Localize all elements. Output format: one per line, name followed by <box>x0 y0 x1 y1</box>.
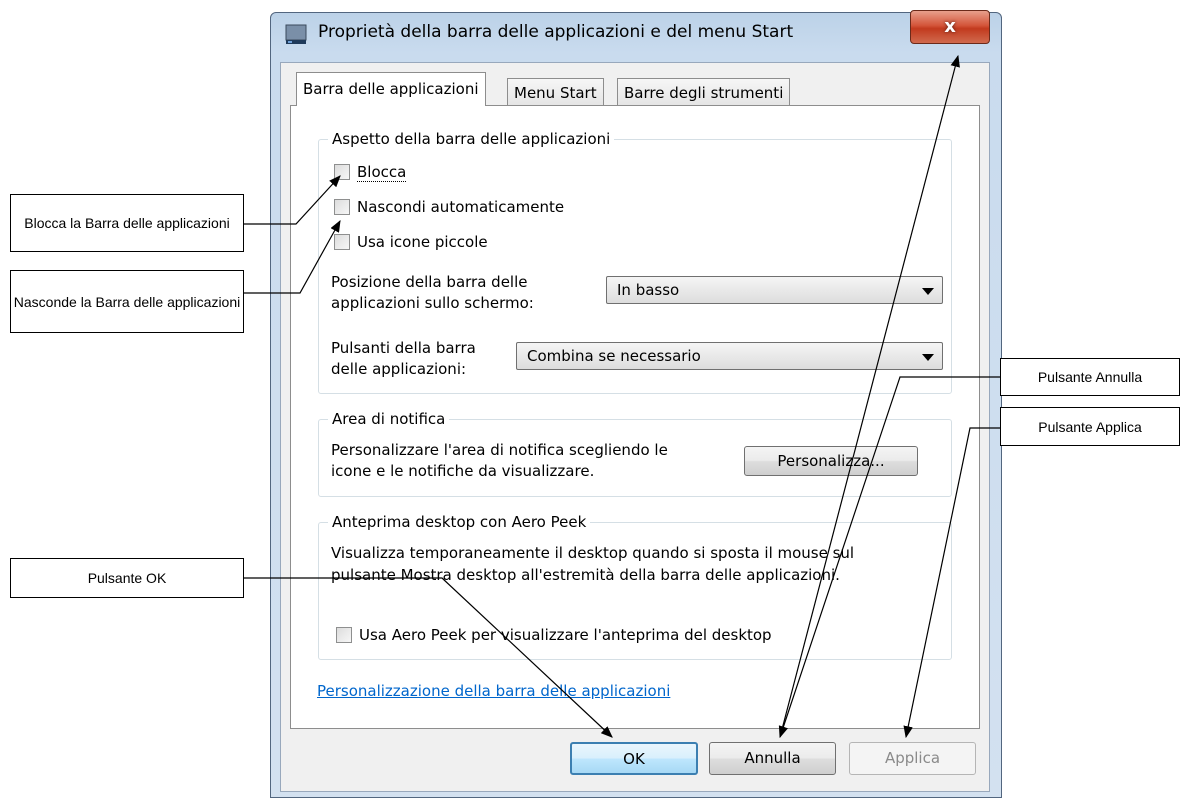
applica-button[interactable]: Applica <box>849 742 976 775</box>
callout-annulla: Pulsante Annulla <box>1000 358 1180 396</box>
notification-text-line2: icone e le notifiche da visualizzare. <box>331 462 595 480</box>
posizione-value: In basso <box>617 281 680 299</box>
close-icon: x <box>944 16 956 37</box>
ok-button[interactable]: OK <box>570 742 698 775</box>
pulsanti-label-line2: delle applicazioni: <box>331 360 467 378</box>
tab-barre-strumenti[interactable]: Barre degli strumenti <box>617 78 791 106</box>
nascondi-checkbox[interactable] <box>334 199 350 215</box>
annulla-button[interactable]: Annulla <box>709 742 836 775</box>
personalizzazione-link[interactable]: Personalizzazione della barra delle appl… <box>317 682 670 700</box>
posizione-dropdown[interactable]: In basso <box>606 276 943 304</box>
peek-text-line1: Visualizza temporaneamente il desktop qu… <box>331 544 855 562</box>
posizione-label-line1: Posizione della barra delle <box>331 273 528 291</box>
pulsanti-value: Combina se necessario <box>527 347 701 365</box>
personalizza-button[interactable]: Personalizza... <box>744 446 918 476</box>
window-title: Proprietà della barra delle applicazioni… <box>318 22 794 42</box>
pulsanti-label-line1: Pulsanti della barra <box>331 339 476 357</box>
peek-group-title: Anteprima desktop con Aero Peek <box>328 513 591 531</box>
peek-text-line2: pulsante Mostra desktop all'estremità de… <box>331 566 840 584</box>
callout-nasconde: Nasconde la Barra delle applicazioni <box>10 270 244 333</box>
icone-piccole-checkbox[interactable] <box>334 234 350 250</box>
chevron-down-icon <box>922 288 934 295</box>
blocca-label: Blocca <box>357 163 407 182</box>
callout-applica: Pulsante Applica <box>1000 407 1180 446</box>
taskbar-icon <box>284 22 308 46</box>
tab-menu-start[interactable]: Menu Start <box>507 78 604 106</box>
chevron-down-icon <box>922 354 934 361</box>
aero-peek-checkbox[interactable] <box>336 627 352 643</box>
pulsanti-dropdown[interactable]: Combina se necessario <box>516 342 943 370</box>
tab-barra-applicazioni[interactable]: Barra delle applicazioni <box>296 72 486 106</box>
close-button[interactable]: x <box>910 10 990 44</box>
blocca-checkbox[interactable] <box>334 164 350 180</box>
aero-peek-label: Usa Aero Peek per visualizzare l'antepri… <box>359 626 772 644</box>
nascondi-label: Nascondi automaticamente <box>357 198 565 216</box>
notification-text-line1: Personalizzare l'area di notifica scegli… <box>331 441 668 459</box>
callout-blocca: Blocca la Barra delle applicazioni <box>10 194 244 252</box>
icone-piccole-label: Usa icone piccole <box>357 233 488 251</box>
appearance-group-title: Aspetto della barra delle applicazioni <box>328 130 615 148</box>
callout-ok: Pulsante OK <box>10 558 244 598</box>
notification-group-title: Area di notifica <box>328 410 450 428</box>
posizione-label-line2: applicazioni sullo schermo: <box>331 294 534 312</box>
